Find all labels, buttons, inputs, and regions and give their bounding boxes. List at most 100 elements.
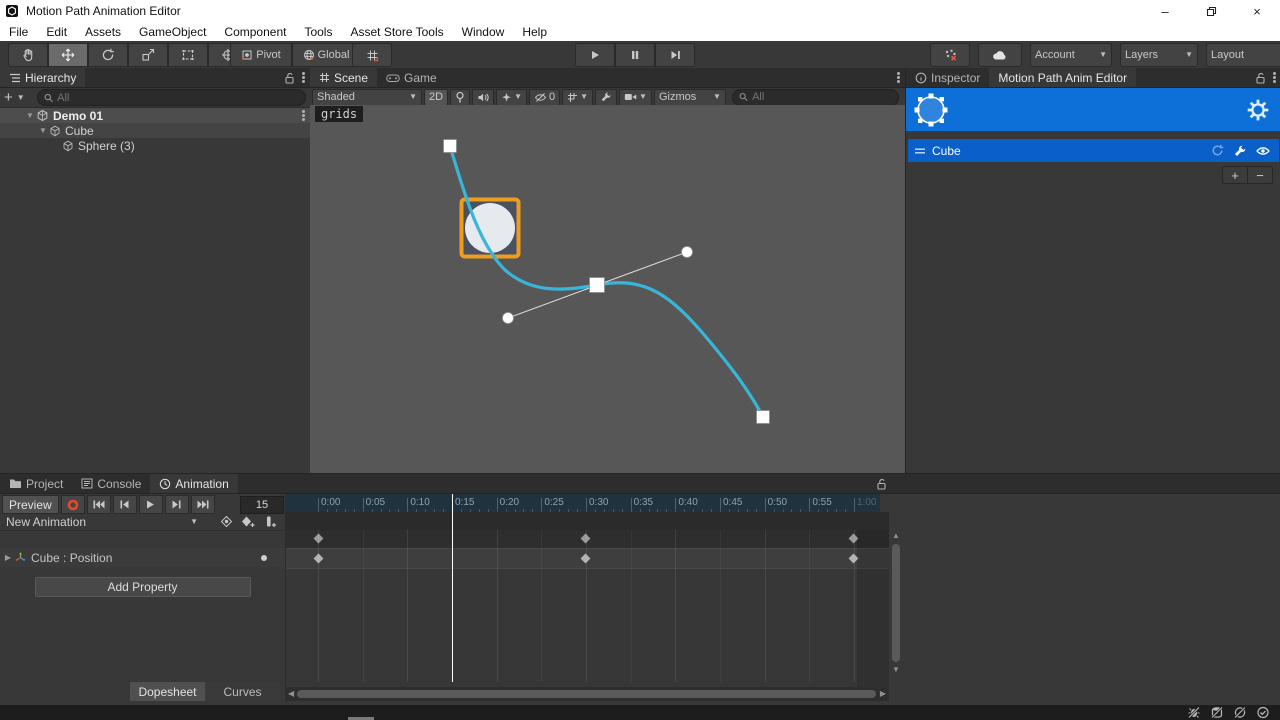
- add-keyframe-button[interactable]: [237, 513, 259, 530]
- goto-first-frame-button[interactable]: [87, 495, 111, 514]
- tab-project[interactable]: Project: [0, 474, 72, 493]
- playhead[interactable]: [452, 494, 453, 682]
- eye-icon[interactable]: [1255, 145, 1271, 157]
- move-tool-button[interactable]: [48, 43, 88, 67]
- restore-button[interactable]: [1188, 0, 1234, 22]
- menu-tools[interactable]: Tools: [295, 22, 341, 41]
- scene-audio-toggle[interactable]: [472, 89, 494, 106]
- scene-menu-button[interactable]: [891, 68, 905, 87]
- v-scroll-thumb[interactable]: [892, 544, 900, 662]
- h-scroll-thumb[interactable]: [297, 690, 876, 698]
- dopesheet-area[interactable]: [285, 530, 889, 687]
- menu-asset-store-tools[interactable]: Asset Store Tools: [341, 22, 452, 41]
- property-row-cube-position[interactable]: ▶ Cube : Position: [0, 548, 285, 567]
- scene-row-menu-button[interactable]: [296, 108, 310, 123]
- layout-dropdown[interactable]: Layout▼: [1206, 43, 1280, 67]
- hierarchy-row-sphere[interactable]: ▼ Sphere (3): [0, 138, 310, 153]
- tab-inspector[interactable]: Inspector: [906, 68, 989, 87]
- timeline-ruler[interactable]: 0:000:050:100:150:200:250:300:350:400:45…: [285, 494, 880, 512]
- goto-last-frame-button[interactable]: [191, 495, 215, 514]
- 2d-toggle[interactable]: 2D: [424, 89, 448, 106]
- horizontal-scrollbar[interactable]: ◀ ▶: [285, 687, 889, 701]
- scale-tool-button[interactable]: [128, 43, 168, 67]
- next-frame-button[interactable]: [165, 495, 189, 514]
- prev-frame-button[interactable]: [113, 495, 137, 514]
- scene-viewport[interactable]: grids: [310, 105, 905, 473]
- path-anchor-point[interactable]: [590, 278, 605, 293]
- hierarchy-row-demo01[interactable]: ▼ Demo 01: [0, 108, 310, 123]
- tab-hierarchy[interactable]: Hierarchy: [0, 68, 85, 87]
- add-property-button[interactable]: Add Property: [35, 577, 251, 597]
- menu-window[interactable]: Window: [453, 22, 514, 41]
- step-button[interactable]: [655, 43, 695, 67]
- preview-toggle[interactable]: Preview: [2, 495, 59, 514]
- cloud-button[interactable]: [978, 43, 1022, 67]
- menu-assets[interactable]: Assets: [76, 22, 130, 41]
- pause-button[interactable]: [615, 43, 655, 67]
- minimize-button[interactable]: –: [1142, 0, 1188, 22]
- scene-light-toggle[interactable]: [450, 89, 470, 106]
- path-anchor-point[interactable]: [757, 411, 770, 424]
- autokey-button[interactable]: [215, 513, 237, 530]
- gear-icon[interactable]: [1243, 95, 1273, 125]
- lock-icon[interactable]: [1253, 68, 1267, 87]
- hierarchy-search[interactable]: [37, 89, 306, 106]
- hierarchy-row-cube[interactable]: ▼ Cube: [0, 123, 310, 138]
- remove-item-button[interactable]: −: [1248, 166, 1273, 184]
- scene-camera-dropdown[interactable]: ▼: [619, 89, 652, 106]
- hierarchy-menu-button[interactable]: [296, 68, 310, 87]
- tab-console[interactable]: Console: [72, 474, 150, 493]
- tab-motion-path-anim-editor[interactable]: Motion Path Anim Editor: [989, 68, 1136, 87]
- lock-icon[interactable]: [282, 68, 296, 87]
- hand-tool-button[interactable]: [8, 43, 48, 67]
- clip-dropdown[interactable]: New Animation▼: [0, 513, 204, 530]
- tab-dopesheet[interactable]: Dopesheet: [130, 682, 205, 701]
- loop-icon[interactable]: [1210, 143, 1225, 158]
- scene-search[interactable]: [732, 89, 899, 106]
- scene-grid-dropdown[interactable]: ▼: [562, 89, 593, 106]
- tab-curves[interactable]: Curves: [205, 682, 280, 701]
- gizmos-dropdown[interactable]: Gizmos▼: [654, 89, 726, 106]
- inspector-menu-button[interactable]: [1267, 68, 1280, 87]
- collab-off-icon[interactable]: [1233, 706, 1247, 719]
- tangent-handle[interactable]: [503, 313, 514, 324]
- progress-ok-icon[interactable]: [1256, 706, 1270, 719]
- rotate-tool-button[interactable]: [88, 43, 128, 67]
- add-object-caret[interactable]: ▼: [17, 94, 25, 102]
- add-object-button[interactable]: +: [4, 90, 13, 105]
- frame-field[interactable]: [240, 496, 284, 514]
- vertical-scrollbar[interactable]: ▲ ▼: [889, 530, 903, 687]
- scene-search-input[interactable]: [752, 91, 892, 103]
- menu-file[interactable]: File: [0, 22, 37, 41]
- play-button[interactable]: [575, 43, 615, 67]
- menu-gameobject[interactable]: GameObject: [130, 22, 215, 41]
- debugger-off-icon[interactable]: [1187, 706, 1201, 719]
- tab-animation[interactable]: Animation: [150, 474, 237, 493]
- tab-scene[interactable]: Scene: [310, 68, 377, 87]
- layers-dropdown[interactable]: Layers▼: [1120, 43, 1198, 67]
- version-control-button[interactable]: [930, 43, 970, 67]
- drag-handle-icon[interactable]: [914, 147, 926, 155]
- menu-help[interactable]: Help: [513, 22, 556, 41]
- menu-edit[interactable]: Edit: [37, 22, 76, 41]
- tangent-handle[interactable]: [682, 247, 693, 258]
- anim-play-button[interactable]: [139, 495, 163, 514]
- close-button[interactable]: ×: [1234, 0, 1280, 22]
- record-button[interactable]: [61, 495, 85, 514]
- add-event-button[interactable]: [259, 513, 281, 530]
- tab-game[interactable]: Game: [377, 68, 446, 87]
- value-dot-icon[interactable]: [261, 555, 267, 561]
- hierarchy-search-input[interactable]: [57, 92, 299, 104]
- cube-list-item[interactable]: Cube: [908, 139, 1279, 162]
- grid-snap-button[interactable]: [352, 43, 392, 67]
- pivot-toggle[interactable]: Pivot: [230, 43, 292, 67]
- rect-tool-button[interactable]: [168, 43, 208, 67]
- path-anchor-point[interactable]: [444, 140, 457, 153]
- scene-tools-button[interactable]: [595, 89, 617, 106]
- global-toggle[interactable]: Global: [292, 43, 360, 67]
- add-item-button[interactable]: +: [1222, 166, 1248, 184]
- tools-icon[interactable]: [1233, 144, 1247, 158]
- account-dropdown[interactable]: Account▼: [1030, 43, 1112, 67]
- shading-dropdown[interactable]: Shaded▼: [312, 89, 422, 106]
- lock-icon[interactable]: [874, 474, 888, 493]
